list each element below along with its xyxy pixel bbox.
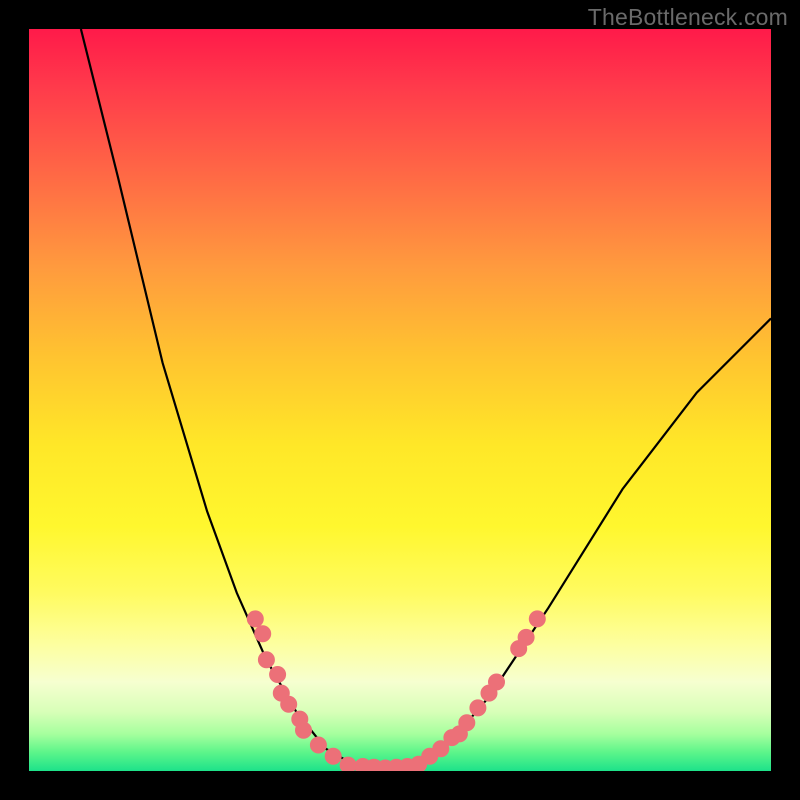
data-point: [470, 700, 486, 716]
plot-area: [29, 29, 771, 771]
bottleneck-curve: [81, 29, 771, 769]
data-point: [529, 611, 545, 627]
data-point: [489, 674, 505, 690]
data-markers: [247, 611, 545, 771]
data-point: [518, 629, 534, 645]
data-point: [247, 611, 263, 627]
data-point: [281, 696, 297, 712]
chart-svg: [29, 29, 771, 771]
data-point: [296, 722, 312, 738]
data-point: [340, 757, 356, 771]
watermark-text: TheBottleneck.com: [588, 4, 788, 31]
data-point: [270, 667, 286, 683]
chart-frame: TheBottleneck.com: [0, 0, 800, 800]
data-point: [325, 748, 341, 764]
data-point: [255, 626, 271, 642]
data-point: [459, 715, 475, 731]
data-point: [310, 737, 326, 753]
data-point: [258, 652, 274, 668]
